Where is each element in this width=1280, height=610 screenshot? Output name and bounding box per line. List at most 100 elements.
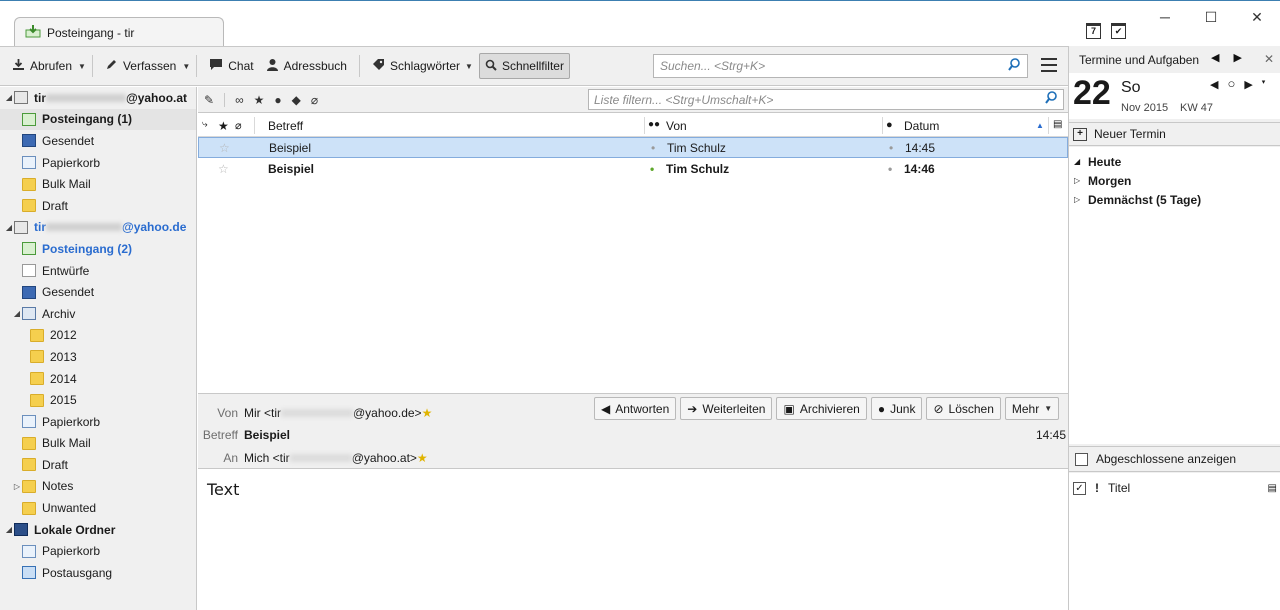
tasks-tab-icon[interactable]: ✔ — [1111, 23, 1126, 39]
agenda-group-today[interactable]: ◢ Heute — [1069, 152, 1280, 171]
thread-column-icon[interactable]: ⤷ — [202, 119, 208, 130]
folder-row[interactable]: Bulk Mail — [0, 173, 196, 195]
folder-row[interactable]: 2014 — [0, 368, 196, 390]
close-icon[interactable]: ✕ — [1264, 52, 1274, 66]
delete-label: Löschen — [948, 401, 994, 416]
calendar-tab-icon[interactable]: 7 — [1086, 23, 1101, 39]
agenda-group-upcoming[interactable]: ▷ Demnächst (5 Tage) — [1069, 190, 1280, 209]
next-arrow-icon[interactable]: ▶ — [1233, 51, 1241, 64]
priority-column-icon[interactable]: ! — [1095, 481, 1099, 495]
junk-column-icon[interactable]: ● — [886, 119, 893, 131]
folder-row[interactable]: ◢ Archiv — [0, 303, 196, 325]
get-mail-button[interactable]: Abrufen — [6, 53, 78, 79]
junk-dot-icon[interactable]: • — [889, 141, 893, 155]
search-input[interactable]: Suchen... <Strg+K> — [653, 54, 1028, 78]
completed-column-checkbox[interactable]: ✓ — [1073, 481, 1086, 495]
expand-toggle-icon[interactable]: ◢ — [12, 309, 22, 318]
expand-toggle-icon[interactable]: ◢ — [4, 223, 14, 232]
get-mail-dropdown[interactable]: ▼ — [78, 62, 86, 71]
column-date[interactable]: Datum — [904, 119, 939, 133]
folder-row[interactable]: 2012 — [0, 325, 196, 347]
inbox-icon — [25, 24, 41, 41]
app-menu-button[interactable] — [1041, 58, 1057, 76]
agenda-group-tomorrow[interactable]: ▷ Morgen — [1069, 171, 1280, 190]
expand-toggle-icon[interactable]: ◢ — [4, 525, 14, 534]
tags-button[interactable]: Schlagwörter ▼ — [366, 53, 479, 79]
show-completed-checkbox[interactable] — [1075, 452, 1088, 466]
folder-row[interactable]: 2015 — [0, 389, 196, 411]
maximize-button[interactable]: ☐ — [1188, 3, 1234, 31]
folder-row[interactable]: Papierkorb — [0, 411, 196, 433]
from-value[interactable]: Mir <tir @yahoo.de>★ — [244, 406, 432, 420]
unread-filter-icon[interactable]: ∞ — [235, 93, 244, 107]
junk-dot-icon[interactable]: • — [888, 162, 892, 176]
write-dropdown[interactable]: ▼ — [182, 62, 190, 71]
folder-row[interactable]: Draft — [0, 195, 196, 217]
star-icon[interactable]: ☆ — [218, 162, 229, 176]
show-completed-toggle[interactable]: Abgeschlossene anzeigen — [1069, 446, 1280, 472]
expand-toggle-icon[interactable]: ▷ — [12, 482, 22, 491]
minimize-button[interactable]: ─ — [1142, 3, 1188, 31]
to-value[interactable]: Mich <tir @yahoo.at>★ — [244, 451, 428, 465]
next-day-icon[interactable]: ▶ — [1244, 78, 1252, 91]
new-event-button[interactable]: + Neuer Termin — [1069, 122, 1280, 146]
folder-row[interactable]: Gesendet — [0, 281, 196, 303]
reply-button[interactable]: ◀ Antworten — [594, 397, 677, 420]
task-title-column[interactable]: Titel — [1108, 481, 1130, 495]
tab-inbox[interactable]: Posteingang - tir — [14, 17, 224, 47]
folder-row[interactable]: Postausgang — [0, 562, 196, 584]
week-number: KW 47 — [1180, 102, 1214, 114]
star-icon[interactable]: ★ — [422, 406, 433, 420]
folder-row[interactable]: Posteingang (2) — [0, 238, 196, 260]
quick-filter-button[interactable]: Schnellfilter — [478, 53, 570, 79]
folder-row[interactable]: Papierkorb — [0, 540, 196, 562]
unread-dot-icon[interactable]: • — [650, 162, 654, 176]
column-picker-icon[interactable]: ▤ — [1268, 483, 1277, 494]
prev-arrow-icon[interactable]: ◀ — [1211, 51, 1219, 64]
tag-filter-icon[interactable]: ◆ — [292, 93, 301, 107]
chat-button[interactable]: Chat — [203, 53, 259, 79]
folder-row[interactable]: Unwanted — [0, 497, 196, 519]
expand-toggle-icon[interactable]: ◢ — [4, 93, 14, 102]
attachment-filter-icon[interactable]: ⌀ — [311, 93, 318, 107]
account-row[interactable]: ◢ Lokale Ordner — [0, 519, 196, 541]
show-completed-label: Abgeschlossene anzeigen — [1096, 452, 1237, 466]
star-icon[interactable]: ☆ — [219, 141, 230, 155]
write-button[interactable]: Verfassen — [99, 53, 182, 79]
today-icon[interactable]: ○ — [1227, 77, 1235, 91]
star-filter-icon[interactable]: ★ — [254, 93, 265, 107]
folder-row[interactable]: Draft — [0, 454, 196, 476]
star-column-icon[interactable]: ★ — [218, 119, 229, 133]
message-row[interactable]: ☆ Beispiel • Tim Schulz • 14:45 — [198, 137, 1068, 158]
close-window-button[interactable]: ✕ — [1234, 3, 1280, 31]
read-dot-icon[interactable]: • — [651, 141, 655, 155]
column-from[interactable]: Von — [666, 119, 687, 133]
more-button[interactable]: Mehr ▼ — [1004, 397, 1060, 420]
folder-row[interactable]: 2013 — [0, 346, 196, 368]
contact-filter-icon[interactable]: ● — [274, 93, 281, 107]
folder-row[interactable]: Gesendet — [0, 130, 196, 152]
folder-row[interactable]: Bulk Mail — [0, 433, 196, 455]
read-column-icon[interactable]: ●● — [648, 119, 660, 130]
folder-row[interactable]: ▷ Notes — [0, 476, 196, 498]
chevron-down-icon[interactable]: ▾ — [1262, 78, 1266, 91]
star-icon[interactable]: ★ — [417, 451, 428, 465]
folder-row[interactable]: Papierkorb — [0, 152, 196, 174]
filter-input[interactable]: Liste filtern... <Strg+Umschalt+K> — [588, 89, 1064, 110]
forward-button[interactable]: ➔ Weiterleiten — [680, 397, 773, 420]
pin-icon[interactable]: ✎ — [204, 93, 214, 107]
column-picker-icon[interactable]: ▤ — [1053, 119, 1062, 130]
folder-row[interactable]: Posteingang (1) — [0, 108, 196, 131]
collapsed-icon: ▷ — [1074, 176, 1081, 185]
delete-button[interactable]: ⊘ Löschen — [926, 397, 1001, 420]
column-subject[interactable]: Betreff — [268, 119, 303, 133]
address-book-button[interactable]: Adressbuch — [260, 53, 353, 79]
attachment-column-icon[interactable]: ⌀ — [235, 119, 242, 132]
message-row[interactable]: ☆ Beispiel • Tim Schulz • 14:46 — [198, 159, 1068, 180]
archive-button[interactable]: ▣ Archivieren — [776, 397, 867, 420]
account-row[interactable]: ◢ tir @yahoo.at — [0, 87, 196, 109]
account-row[interactable]: ◢ tir @yahoo.de — [0, 217, 196, 239]
junk-button[interactable]: ● Junk — [870, 397, 923, 420]
prev-day-icon[interactable]: ◀ — [1210, 78, 1218, 91]
folder-row[interactable]: Entwürfe — [0, 260, 196, 282]
